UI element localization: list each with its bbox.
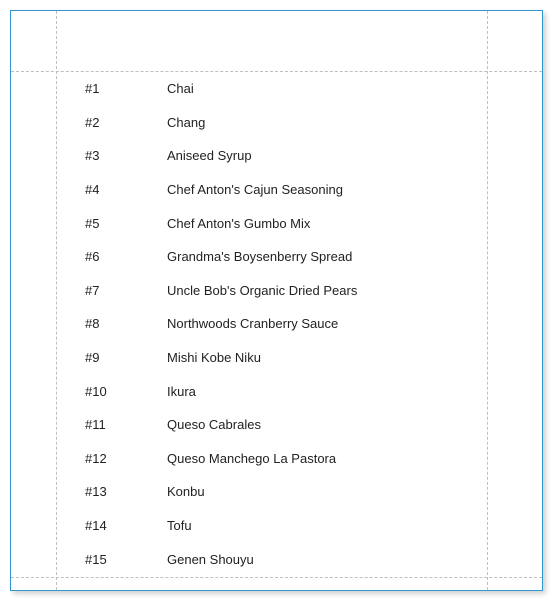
item-name: Northwoods Cranberry Sauce — [167, 316, 486, 331]
item-index: #8 — [57, 316, 167, 331]
list-item: #10 Ikura — [57, 374, 486, 408]
list-item: #14 Tofu — [57, 509, 486, 543]
item-name: Mishi Kobe Niku — [167, 350, 486, 365]
item-name: Chang — [167, 115, 486, 130]
item-index: #13 — [57, 484, 167, 499]
item-index: #7 — [57, 283, 167, 298]
item-index: #11 — [57, 417, 167, 432]
item-name: Chef Anton's Cajun Seasoning — [167, 182, 486, 197]
list-item: #1 Chai — [57, 72, 486, 106]
item-name: Queso Manchego La Pastora — [167, 451, 486, 466]
list-item: #13 Konbu — [57, 475, 486, 509]
item-name: Chef Anton's Gumbo Mix — [167, 216, 486, 231]
item-index: #2 — [57, 115, 167, 130]
item-name: Ikura — [167, 384, 486, 399]
list-item: #3 Aniseed Syrup — [57, 139, 486, 173]
report-content: #1 Chai #2 Chang #3 Aniseed Syrup #4 Che… — [57, 72, 486, 575]
item-index: #5 — [57, 216, 167, 231]
list-item: #8 Northwoods Cranberry Sauce — [57, 307, 486, 341]
item-name: Tofu — [167, 518, 486, 533]
item-name: Aniseed Syrup — [167, 148, 486, 163]
list-item: #7 Uncle Bob's Organic Dried Pears — [57, 274, 486, 308]
item-name: Uncle Bob's Organic Dried Pears — [167, 283, 486, 298]
item-index: #10 — [57, 384, 167, 399]
item-name: Chai — [167, 81, 486, 96]
list-item: #12 Queso Manchego La Pastora — [57, 442, 486, 476]
list-item: #9 Mishi Kobe Niku — [57, 341, 486, 375]
list-item: #6 Grandma's Boysenberry Spread — [57, 240, 486, 274]
item-name: Grandma's Boysenberry Spread — [167, 249, 486, 264]
item-index: #1 — [57, 81, 167, 96]
guide-vertical-right — [487, 11, 488, 590]
item-name: Queso Cabrales — [167, 417, 486, 432]
item-index: #9 — [57, 350, 167, 365]
item-index: #15 — [57, 552, 167, 567]
item-index: #4 — [57, 182, 167, 197]
page: #1 Chai #2 Chang #3 Aniseed Syrup #4 Che… — [0, 0, 555, 603]
item-name: Genen Shouyu — [167, 552, 486, 567]
item-name: Konbu — [167, 484, 486, 499]
guide-horizontal-bottom — [11, 577, 542, 578]
item-index: #14 — [57, 518, 167, 533]
list-item: #4 Chef Anton's Cajun Seasoning — [57, 173, 486, 207]
item-index: #12 — [57, 451, 167, 466]
item-index: #6 — [57, 249, 167, 264]
list-item: #15 Genen Shouyu — [57, 542, 486, 575]
list-item: #2 Chang — [57, 106, 486, 140]
item-index: #3 — [57, 148, 167, 163]
list-item: #11 Queso Cabrales — [57, 408, 486, 442]
report-panel: #1 Chai #2 Chang #3 Aniseed Syrup #4 Che… — [10, 10, 543, 591]
list-item: #5 Chef Anton's Gumbo Mix — [57, 206, 486, 240]
